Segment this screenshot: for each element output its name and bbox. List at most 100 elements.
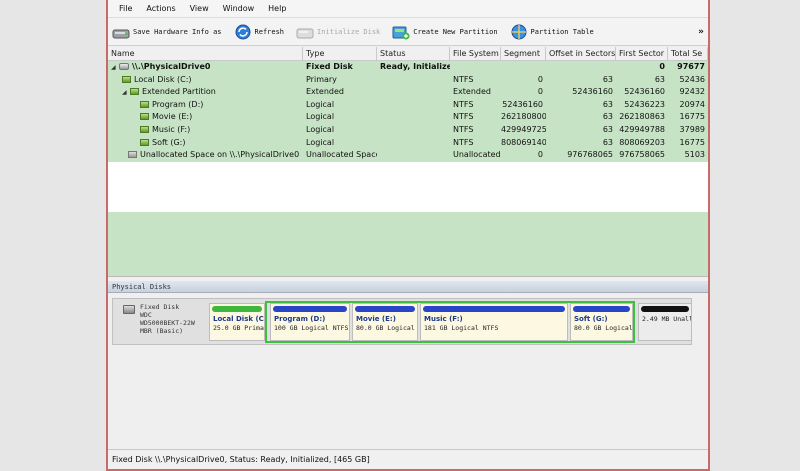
menu-actions[interactable]: Actions bbox=[139, 0, 182, 18]
disk-map-row[interactable]: Fixed Disk WDC WD5000BEKT-22W MBR (Basic… bbox=[112, 298, 692, 345]
row-status bbox=[377, 137, 450, 150]
row-status: Ready, Initialized bbox=[380, 62, 450, 71]
row-name: Extended Partition bbox=[142, 87, 216, 97]
col-first-sector[interactable]: First Sector bbox=[616, 47, 668, 60]
initialize-disk-button[interactable]: Initialize Disk bbox=[296, 23, 380, 41]
table-row[interactable]: Movie (E:) Logical NTFS 262180800 63 262… bbox=[108, 111, 708, 124]
partition-table-button[interactable]: Partition Table bbox=[510, 23, 594, 41]
row-segment: 0 bbox=[537, 74, 543, 84]
row-type: Logical bbox=[306, 137, 335, 147]
partition-bar bbox=[641, 306, 689, 312]
row-offset: 976768065 bbox=[567, 150, 613, 160]
refresh-label: Refresh bbox=[254, 27, 285, 36]
menu-window[interactable]: Window bbox=[216, 0, 262, 18]
col-offset[interactable]: Offset in Sectors bbox=[546, 47, 616, 60]
row-fs bbox=[450, 61, 501, 74]
partition-block-g[interactable]: Soft (G:) 80.0 GB Logical bbox=[570, 303, 633, 341]
save-hardware-label: Save Hardware Info as bbox=[133, 27, 222, 36]
table-row[interactable]: Local Disk (C:) Primary NTFS 0 63 63 524… bbox=[108, 73, 708, 87]
row-first-sector: 52436160 bbox=[624, 87, 665, 97]
partition-block-d[interactable]: Program (D:) 100 GB Logical NTFS bbox=[270, 303, 350, 341]
partition-name: Soft (G:) bbox=[574, 315, 608, 323]
col-name[interactable]: Name bbox=[108, 47, 303, 60]
row-total-sectors: 37989 bbox=[679, 124, 705, 134]
row-name: Music (F:) bbox=[152, 124, 191, 134]
disk-model: WD5000BEKT-22W bbox=[140, 319, 195, 327]
row-name: Movie (E:) bbox=[152, 112, 193, 122]
row-fs: Unallocated bbox=[453, 150, 501, 160]
partition-icon bbox=[140, 113, 149, 121]
partition-info: 25.0 GB Primar bbox=[213, 324, 265, 332]
menu-view[interactable]: View bbox=[183, 0, 216, 18]
partition-icon bbox=[140, 125, 149, 133]
disk-scheme: MBR (Basic) bbox=[140, 327, 184, 335]
partition-block-f[interactable]: Music (F:) 181 GB Logical NTFS bbox=[420, 303, 568, 341]
row-total-sectors: 97677 bbox=[677, 62, 705, 71]
partition-bar bbox=[355, 306, 415, 312]
row-segment: 429949725 bbox=[501, 124, 546, 134]
row-offset: 63 bbox=[602, 112, 613, 122]
menu-help[interactable]: Help bbox=[261, 0, 293, 18]
row-type: Logical bbox=[306, 112, 335, 122]
disk-icon bbox=[119, 63, 129, 70]
refresh-button[interactable]: Refresh bbox=[234, 23, 285, 41]
col-status[interactable]: Status bbox=[377, 47, 450, 60]
row-name: Local Disk (C:) bbox=[134, 74, 192, 84]
row-status bbox=[377, 74, 450, 87]
partition-name: Program (D:) bbox=[274, 315, 326, 323]
partition-icon bbox=[122, 75, 131, 83]
partition-name: Local Disk (C: bbox=[213, 315, 265, 323]
disk-type: Fixed Disk bbox=[140, 303, 180, 311]
row-name: \\.\PhysicalDrive0 bbox=[132, 62, 211, 71]
row-fs: Extended bbox=[453, 87, 491, 97]
col-total-sectors[interactable]: Total Se bbox=[668, 47, 708, 60]
collapse-arrow-icon[interactable]: ◢ bbox=[122, 87, 130, 99]
status-bar: Fixed Disk \\.\PhysicalDrive0, Status: R… bbox=[108, 449, 708, 469]
partition-grid: Name Type Status File System Segment Off… bbox=[108, 47, 708, 277]
partition-info: 181 GB Logical NTFS bbox=[424, 324, 499, 332]
toolbar-overflow-chevron[interactable]: » bbox=[698, 27, 704, 37]
row-segment: 0 bbox=[537, 87, 543, 97]
table-row[interactable]: ◢ Extended Partition Extended Extended 0 … bbox=[108, 86, 708, 99]
create-partition-icon bbox=[392, 26, 410, 39]
collapse-arrow-icon[interactable]: ◢ bbox=[111, 62, 119, 74]
table-row[interactable]: Soft (G:) Logical NTFS 808069140 63 8080… bbox=[108, 136, 708, 150]
partition-bar bbox=[273, 306, 347, 312]
disk-manager-window: File Actions View Window Help Save Hardw… bbox=[106, 0, 710, 471]
grid-empty-area bbox=[108, 212, 708, 276]
row-segment: 52436160 bbox=[502, 99, 543, 109]
partition-icon bbox=[130, 88, 139, 96]
table-row[interactable]: Program (D:) Logical NTFS 52436160 63 52… bbox=[108, 98, 708, 112]
row-status bbox=[377, 86, 450, 99]
table-row[interactable]: Music (F:) Logical NTFS 429949725 63 429… bbox=[108, 123, 708, 137]
row-offset: 63 bbox=[602, 74, 613, 84]
toolbar: Save Hardware Info as Refresh Initialize… bbox=[108, 18, 708, 46]
row-name: Soft (G:) bbox=[152, 137, 186, 147]
row-offset: 63 bbox=[602, 99, 613, 109]
table-row[interactable]: ◢ \\.\PhysicalDrive0 Fixed Disk Ready, In… bbox=[108, 61, 708, 74]
row-name: Program (D:) bbox=[152, 99, 204, 109]
row-total-sectors: 16775 bbox=[679, 137, 705, 147]
partition-name: Movie (E:) bbox=[356, 315, 396, 323]
table-row[interactable]: Unallocated Space on \\.\PhysicalDrive0 … bbox=[108, 149, 708, 162]
partition-block-e[interactable]: Movie (E:) 80.0 GB Logical NTFS bbox=[352, 303, 418, 341]
menu-file[interactable]: File bbox=[112, 0, 139, 18]
col-segment[interactable]: Segment bbox=[501, 47, 546, 60]
row-fs: NTFS bbox=[453, 137, 474, 147]
partition-bar bbox=[573, 306, 630, 312]
row-segment: 808069140 bbox=[501, 137, 546, 147]
row-type: Logical bbox=[306, 124, 335, 134]
save-hardware-info-button[interactable]: Save Hardware Info as bbox=[112, 23, 222, 41]
partition-block-unallocated[interactable]: 2.49 MB Unalla bbox=[638, 303, 692, 341]
col-type[interactable]: Type bbox=[303, 47, 377, 60]
row-name: Unallocated Space on \\.\PhysicalDrive0 bbox=[140, 150, 300, 160]
create-partition-button[interactable]: Create New Partition bbox=[392, 23, 498, 41]
row-total-sectors: 20974 bbox=[679, 99, 705, 109]
row-status bbox=[377, 99, 450, 112]
initialize-disk-icon bbox=[296, 28, 314, 38]
row-first-sector: 429949788 bbox=[619, 124, 665, 134]
refresh-icon bbox=[235, 24, 251, 39]
col-file-system[interactable]: File System bbox=[450, 47, 501, 60]
partition-block-c[interactable]: Local Disk (C: 25.0 GB Primar bbox=[209, 303, 265, 341]
row-first-sector: 976758065 bbox=[619, 150, 665, 160]
